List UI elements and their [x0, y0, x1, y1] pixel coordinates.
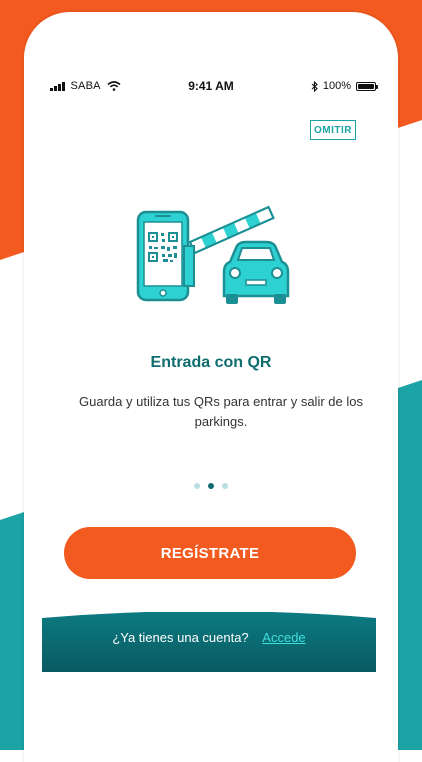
qr-phone-barrier-car-icon	[136, 205, 290, 304]
status-bar: SABA 9:41 AM 100%	[24, 78, 398, 98]
phone-screen: SABA 9:41 AM 100% OMITIR Entrada con QR …	[24, 12, 398, 762]
onboarding-description: Guarda y utiliza tus QRs para entrar y s…	[79, 394, 363, 429]
bluetooth-icon	[311, 80, 318, 92]
onboarding-title: Entrada con QR	[150, 354, 272, 371]
login-link[interactable]: Accede	[262, 630, 305, 645]
skip-button[interactable]: OMITIR	[310, 120, 356, 140]
page-indicator	[24, 483, 398, 489]
page-dot[interactable]	[194, 483, 200, 489]
login-prompt: ¿Ya tienes una cuenta?	[112, 630, 249, 645]
login-footer: ¿Ya tienes una cuenta? Accede	[42, 612, 376, 672]
page-dot-active[interactable]	[208, 483, 214, 489]
battery-icon	[356, 81, 378, 91]
battery-percent: 100%	[322, 80, 351, 92]
page-dot[interactable]	[222, 483, 228, 489]
register-button[interactable]: REGÍSTRATE	[64, 527, 356, 579]
